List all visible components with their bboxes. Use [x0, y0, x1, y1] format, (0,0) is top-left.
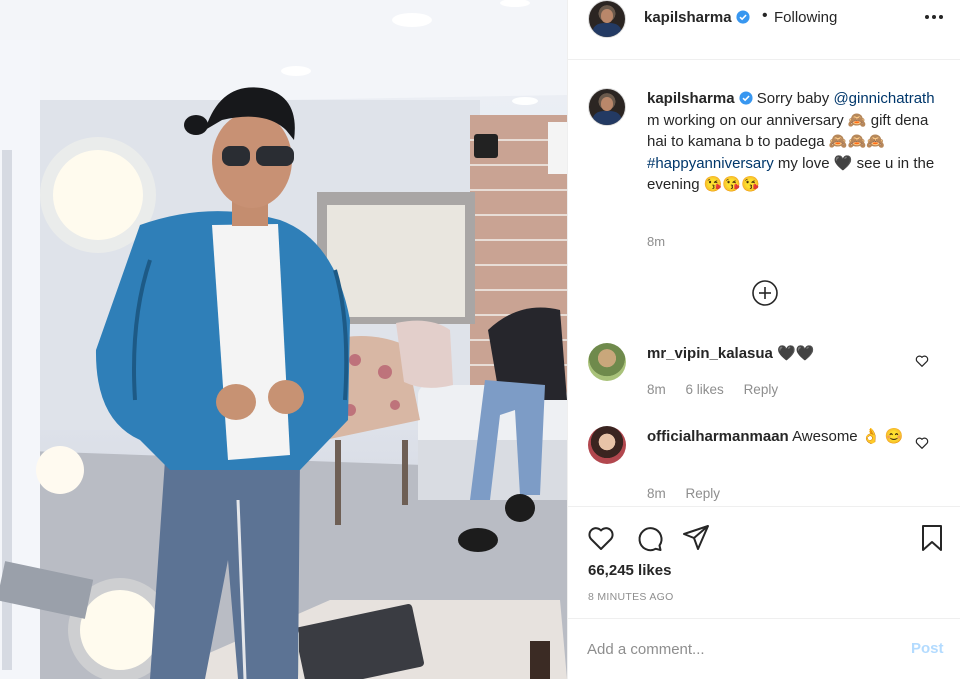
comment-meta: 8m 6 likes Reply — [647, 382, 794, 397]
caption-text-1: Sorry baby — [756, 90, 830, 107]
comment-like-heart-icon[interactable] — [914, 435, 930, 451]
comment-input[interactable] — [587, 638, 887, 660]
caption-text-2: m working on our anniversary 🙈 gift dena… — [647, 111, 929, 151]
header-separator: • — [762, 7, 768, 24]
comment-reply-button[interactable]: Reply — [686, 486, 721, 501]
caption-timestamp[interactable]: 8m — [647, 234, 665, 249]
post-details-panel: kapilsharma • Following kapilsharma Sorr… — [567, 0, 960, 679]
post-comment-button[interactable]: Post — [911, 640, 944, 657]
paper-plane-icon[interactable] — [681, 523, 711, 553]
author-avatar[interactable] — [588, 0, 626, 38]
verified-badge-icon — [738, 91, 753, 105]
post-image — [0, 0, 567, 679]
comment-time[interactable]: 8m — [647, 486, 666, 501]
caption-mention-link[interactable]: @ginnichatrath — [833, 90, 934, 107]
post-caption: kapilsharma Sorry baby @ginnichatrath m … — [647, 88, 937, 196]
comment-item: mr_vipin_kalasua 🖤🖤 — [647, 343, 907, 365]
post-header: kapilsharma • Following — [568, 0, 960, 60]
comment-text: 🖤🖤 — [777, 345, 815, 362]
caption-author-avatar[interactable] — [588, 88, 626, 126]
author-username-text[interactable]: kapilsharma — [644, 9, 732, 26]
commenter-avatar[interactable] — [588, 343, 626, 381]
comment-like-heart-icon[interactable] — [914, 353, 930, 369]
comment-username[interactable]: officialharmanmaan — [647, 428, 789, 445]
commenter-avatar[interactable] — [588, 426, 626, 464]
caption-hashtag-link[interactable]: #happyanniversary — [647, 155, 774, 172]
author-username[interactable]: kapilsharma — [644, 9, 750, 26]
comment-time[interactable]: 8m — [647, 382, 666, 397]
post-timestamp[interactable]: 8 MINUTES AGO — [588, 591, 674, 603]
add-comment-bar: Post — [568, 618, 960, 679]
comment-meta: 8m Reply — [647, 486, 736, 501]
plus-circle-icon[interactable] — [751, 279, 779, 307]
caption-username[interactable]: kapilsharma — [647, 90, 735, 107]
comment-username[interactable]: mr_vipin_kalasua — [647, 345, 773, 362]
bookmark-icon[interactable] — [917, 523, 947, 553]
post-actions-bar: 66,245 likes 8 MINUTES AGO — [568, 506, 960, 618]
comment-reply-button[interactable]: Reply — [744, 382, 779, 397]
comment-text: Awesome 👌 😊 — [792, 428, 904, 445]
verified-badge-icon — [735, 10, 750, 24]
heart-icon[interactable] — [586, 523, 616, 553]
comment-item: officialharmanmaan Awesome 👌 😊 — [647, 426, 907, 448]
following-button[interactable]: Following — [774, 9, 837, 26]
more-dots-icon[interactable] — [924, 6, 944, 26]
comment-bubble-icon[interactable] — [634, 523, 664, 553]
comment-likes[interactable]: 6 likes — [686, 382, 724, 397]
likes-count[interactable]: 66,245 likes — [588, 562, 671, 579]
post-photo[interactable] — [0, 0, 567, 679]
